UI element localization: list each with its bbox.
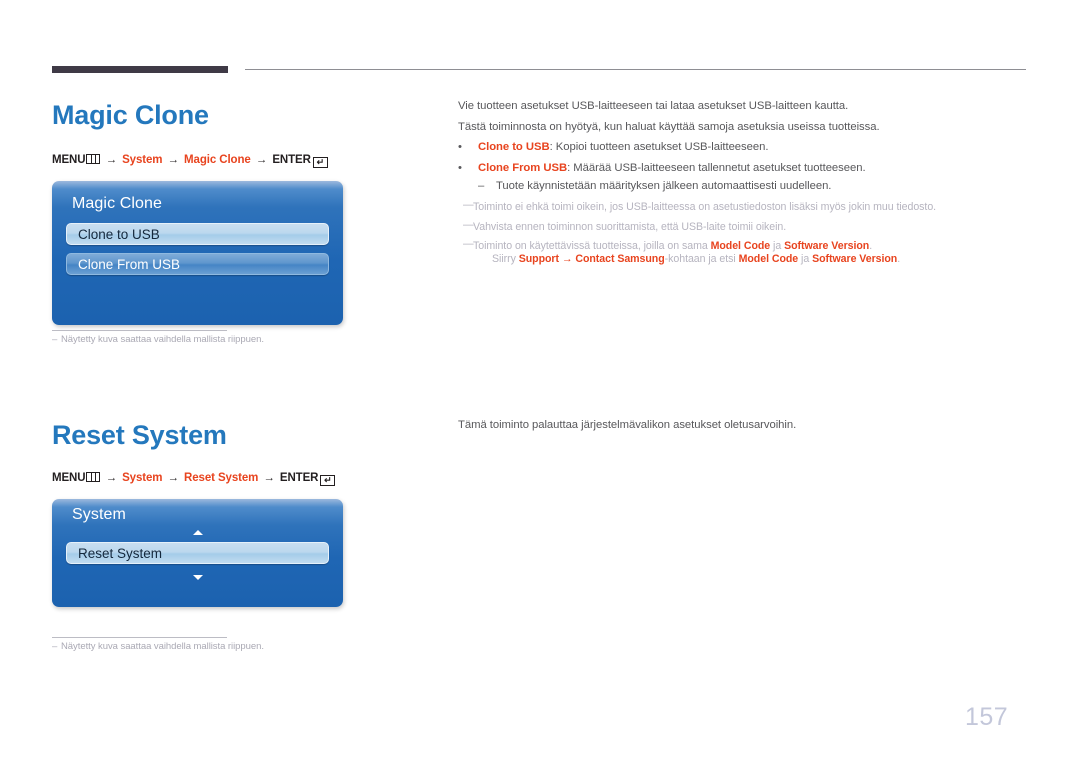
chevron-up-icon[interactable] <box>192 530 203 535</box>
note-term-software-version: Software Version <box>812 253 898 265</box>
magic-clone-intro-line-2: Tästä toiminnosta on hyötyä, kun haluat … <box>458 121 880 133</box>
note-dash-icon: — <box>463 219 474 231</box>
magic-clone-intro-line-1: Vie tuotteen asetukset USB-laitteeseen t… <box>458 100 849 112</box>
note-suffix: . <box>897 253 901 265</box>
sub-note-text: Tuote käynnistetään määrityksen jälkeen … <box>496 180 832 192</box>
footnote-reset-system: – Näytetty kuva saattaa vaihdella mallist… <box>52 641 264 652</box>
manual-page: Magic Clone MENU → System → Magic Clone … <box>0 0 1080 763</box>
bullet-text: : Kopioi tuotteen asetukset USB-laittees… <box>549 141 769 153</box>
osd-title: System <box>72 506 126 523</box>
osd-row-reset-system[interactable]: Reset System <box>66 542 329 564</box>
bullet-marker-icon: • <box>458 162 462 174</box>
note-dash-icon: — <box>463 199 474 211</box>
note-suffix: . <box>869 240 873 252</box>
menu-bars-icon <box>86 472 101 482</box>
path-step-reset-system: Reset System <box>184 472 259 484</box>
footnote-dash-icon: – <box>52 334 58 345</box>
note-prefix: Toiminto on käytettävissä tuotteissa, jo… <box>473 240 711 252</box>
osd-row-clone-from-usb[interactable]: Clone From USB <box>66 253 329 275</box>
note-model-code: —Toiminto on käytettävissä tuotteissa, j… <box>463 238 872 252</box>
section-title-reset-system: Reset System <box>52 420 227 450</box>
sub-note-restart: – Tuote käynnistetään määrityksen jälkeen… <box>478 180 831 192</box>
menu-path-magic-clone: MENU → System → Magic Clone → ENTER ↵ <box>52 154 328 168</box>
bullet-term: Clone From USB <box>478 162 568 174</box>
sub-dash-marker-icon: – <box>478 180 485 192</box>
note-text: Vahvista ennen toiminnon suorittamista, … <box>473 221 787 233</box>
note-term-model-code: Model Code <box>710 240 771 252</box>
note-arrow-icon: → <box>559 253 576 265</box>
osd-panel-magic-clone: Magic Clone Clone to USB Clone From USB <box>52 181 343 325</box>
note-term-contact-samsung: Contact Samsung <box>575 253 665 265</box>
footnote-text: Näytetty kuva saattaa vaihdella mallista… <box>61 641 264 652</box>
note-term-support: Support <box>518 253 559 265</box>
path-arrow: → <box>167 472 180 484</box>
enter-label: ENTER <box>279 472 319 484</box>
bullet-term: Clone to USB <box>478 141 550 153</box>
enter-return-icon: ↵ <box>312 156 328 168</box>
reset-system-description: Tämä toiminto palauttaa järjestelmävalik… <box>458 419 797 431</box>
footnote-text: Näytetty kuva saattaa vaihdella mallista… <box>61 334 264 345</box>
note-usb-extra-file: —Toiminto ei ehkä toimi oikein, jos USB-… <box>463 199 936 213</box>
bullet-marker-icon: • <box>458 141 462 153</box>
footnote-divider <box>52 330 227 331</box>
header-rule-line <box>245 69 1026 70</box>
path-arrow: → <box>255 154 268 166</box>
path-step-magic-clone: Magic Clone <box>184 154 251 166</box>
osd-panel-system: System Reset System <box>52 499 343 607</box>
path-step-system: System <box>122 472 163 484</box>
bullet-clone-to-usb: • Clone to USB: Kopioi tuotteen asetukset… <box>458 141 768 153</box>
bullet-clone-from-usb: • Clone From USB: Määrää USB-laitteeseen … <box>458 162 866 174</box>
header-accent-bar <box>52 66 228 73</box>
path-arrow: → <box>167 154 180 166</box>
chevron-down-icon[interactable] <box>192 575 203 580</box>
note-dash-icon: — <box>463 238 474 250</box>
osd-title: Magic Clone <box>72 195 163 212</box>
path-arrow: → <box>105 154 118 166</box>
bullet-text: : Määrää USB-laitteeseen tallennetut ase… <box>567 162 866 174</box>
note-prefix: Siirry <box>492 253 519 265</box>
note-mid: -kohtaan ja etsi <box>664 253 739 265</box>
menu-bars-icon <box>86 154 101 164</box>
menu-path-reset-system: MENU → System → Reset System → ENTER ↵ <box>52 472 336 486</box>
menu-label: MENU <box>52 154 86 166</box>
note-term-software-version: Software Version <box>784 240 870 252</box>
page-number: 157 <box>965 703 1009 731</box>
path-arrow: → <box>263 472 275 484</box>
note-join: ja <box>770 240 785 252</box>
note-support-path: Siirry Support → Contact Samsung-kohtaan… <box>492 253 900 265</box>
enter-return-icon: ↵ <box>320 474 336 486</box>
note-join: ja <box>798 253 813 265</box>
note-verify-usb: —Vahvista ennen toiminnon suorittamista,… <box>463 219 786 233</box>
note-term-model-code: Model Code <box>738 253 799 265</box>
path-arrow: → <box>105 472 118 484</box>
osd-row-clone-to-usb[interactable]: Clone to USB <box>66 223 329 245</box>
footnote-divider <box>52 637 227 638</box>
section-title-magic-clone: Magic Clone <box>52 100 209 130</box>
menu-label: MENU <box>52 472 86 484</box>
path-step-system: System <box>122 154 163 166</box>
footnote-dash-icon: – <box>52 641 58 652</box>
enter-label: ENTER <box>272 154 311 166</box>
footnote-magic-clone: – Näytetty kuva saattaa vaihdella mallist… <box>52 334 264 345</box>
note-text: Toiminto ei ehkä toimi oikein, jos USB-l… <box>473 201 937 213</box>
